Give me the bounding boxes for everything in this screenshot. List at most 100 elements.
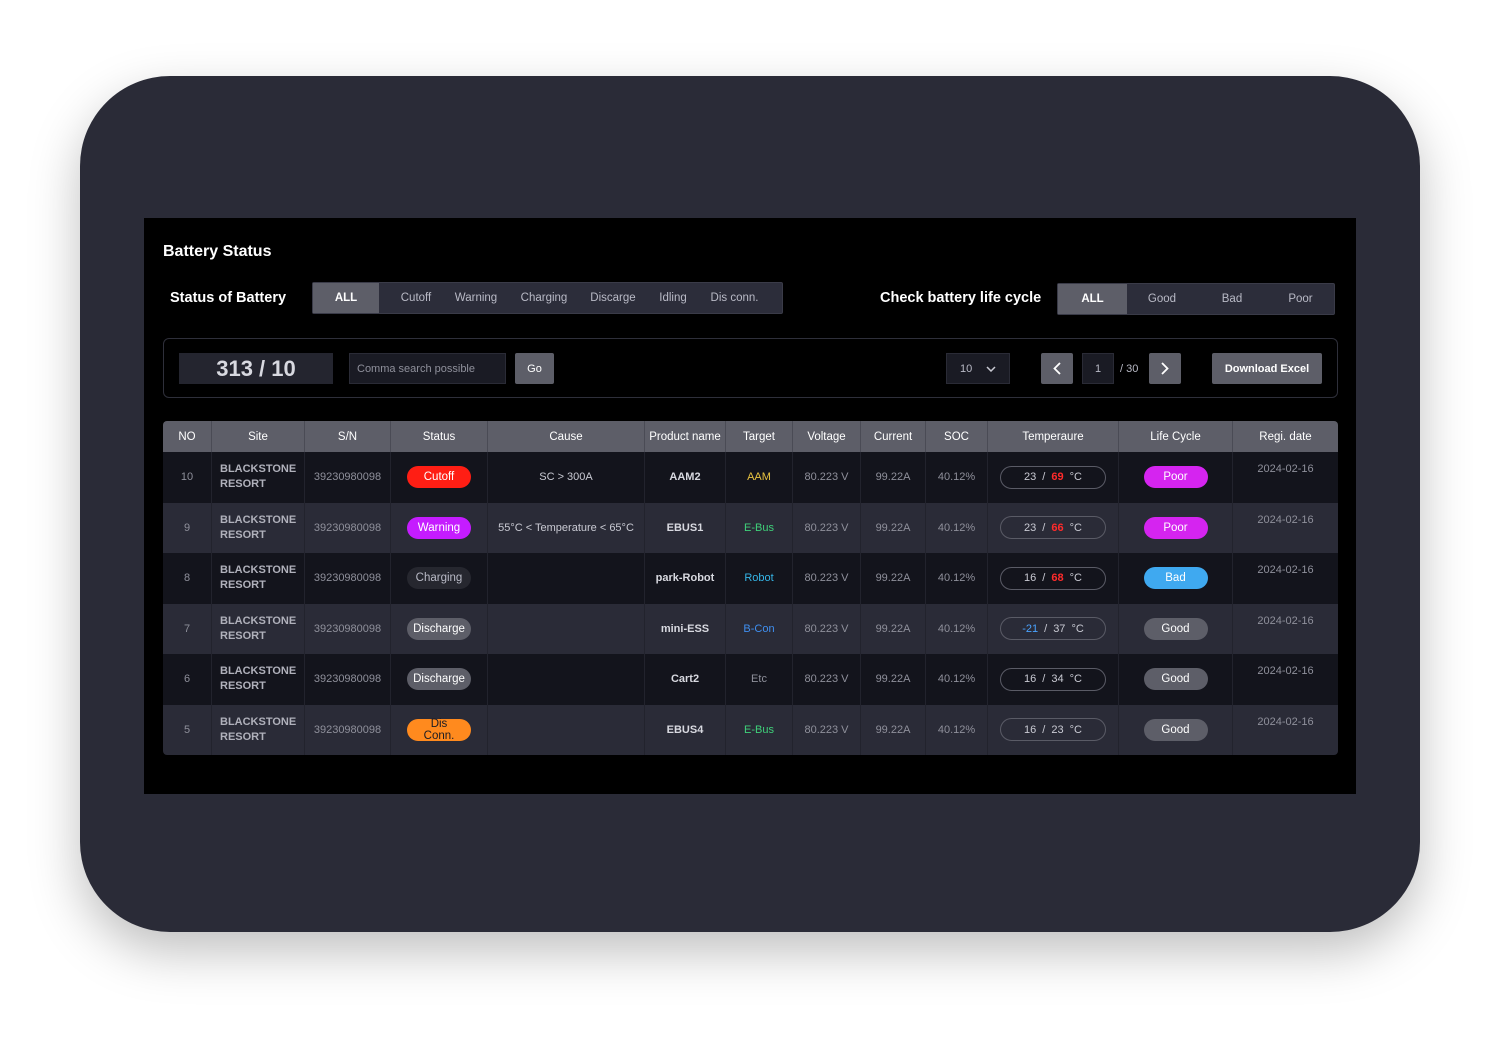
col-soc[interactable]: SOC [926,421,988,452]
table-row[interactable]: 7 BLACKSTONE RESORT 39230980098 Discharge… [163,603,1338,654]
life-cycle-badge: Good [1143,718,1208,741]
table-row[interactable]: 8 BLACKSTONE RESORT 39230980098 Charging … [163,553,1338,604]
cell-status: Charging [391,553,488,604]
cell-cause [488,654,645,705]
status-filter-discharge[interactable]: Discarge [589,283,637,313]
life-cycle-badge: Good [1143,668,1208,691]
status-filter-all[interactable]: ALL [313,283,379,313]
cell-soc: 40.12% [926,704,988,755]
cell-product: EBUS4 [645,704,726,755]
per-page-value: 10 [960,362,973,375]
battery-table: NO Site S/N Status Cause Product name Ta… [163,421,1338,755]
status-badge: Discharge [407,617,471,640]
cell-voltage: 80.223 V [793,603,861,654]
per-page-select[interactable]: 10 [946,353,1010,384]
cell-no: 10 [163,452,212,503]
cell-site: BLACKSTONE RESORT [212,553,305,604]
life-filter-good[interactable]: Good [1127,284,1197,314]
status-badge: Discharge [407,668,471,691]
col-status[interactable]: Status [391,421,488,452]
temp-unit: °C [1069,673,1082,686]
temperature-pill: 23 / 69 °C [1000,465,1106,489]
cell-regi-date: 2024-02-16 [1257,715,1314,728]
status-badge: Charging [407,567,471,590]
site-line-1: BLACKSTONE [220,513,297,526]
temp-min: 16 [1024,673,1037,686]
col-target[interactable]: Target [726,421,793,452]
table-header: NO Site S/N Status Cause Product name Ta… [163,421,1338,452]
cell-status: Dis Conn. [391,704,488,755]
col-no[interactable]: NO [163,421,212,452]
cell-soc: 40.12% [926,553,988,604]
cell-current: 99.22A [861,502,926,553]
next-page-button[interactable] [1149,353,1181,384]
temp-sep: / [1042,723,1046,736]
cell-current: 99.22A [861,452,926,503]
col-regi-date[interactable]: Regi. date [1233,421,1338,452]
temp-sep: / [1042,572,1046,585]
cell-cause: 55°C < Temperature < 65°C [488,502,645,553]
temp-sep: / [1042,673,1046,686]
cell-status: Cutoff [391,452,488,503]
status-filter-charging[interactable]: Charging [499,283,589,313]
temp-max: 66 [1051,521,1064,534]
cell-life-cycle: Poor [1119,502,1233,553]
cell-current: 99.22A [861,654,926,705]
temp-max: 37 [1053,622,1066,635]
col-cause[interactable]: Cause [488,421,645,452]
search-input[interactable] [349,353,506,384]
status-filter-idling[interactable]: Idling [637,283,709,313]
temp-unit: °C [1069,471,1082,484]
cell-site: BLACKSTONE RESORT [212,603,305,654]
cell-sn: 39230980098 [305,603,391,654]
table-row[interactable]: 6 BLACKSTONE RESORT 39230980098 Discharge… [163,654,1338,705]
col-voltage[interactable]: Voltage [793,421,861,452]
temperature-pill: 23 / 66 °C [1000,516,1106,540]
cell-site: BLACKSTONE RESORT [212,452,305,503]
cell-target: B-Con [726,603,793,654]
col-site[interactable]: Site [212,421,305,452]
col-sn[interactable]: S/N [305,421,391,452]
cell-voltage: 80.223 V [793,452,861,503]
go-button[interactable]: Go [515,353,554,384]
status-badge: Warning [407,516,471,539]
col-product[interactable]: Product name [645,421,726,452]
table-row[interactable]: 5 BLACKSTONE RESORT 39230980098 Dis Conn.… [163,704,1338,755]
temp-max: 34 [1051,673,1064,686]
life-filter-poor[interactable]: Poor [1267,284,1334,314]
cell-product: AAM2 [645,452,726,503]
temp-min: 23 [1024,521,1037,534]
cell-soc: 40.12% [926,654,988,705]
life-filter-bad[interactable]: Bad [1197,284,1267,314]
cell-temperature: 16 / 68 °C [988,553,1119,604]
table-row[interactable]: 9 BLACKSTONE RESORT 39230980098 Warning 5… [163,502,1338,553]
table-row[interactable]: 10 BLACKSTONE RESORT 39230980098 Cutoff S… [163,452,1338,503]
status-filter-cutoff[interactable]: Cutoff [379,283,453,313]
cell-site: BLACKSTONE RESORT [212,654,305,705]
cell-no: 7 [163,603,212,654]
page-input[interactable]: 1 [1082,353,1114,384]
cell-no: 8 [163,553,212,604]
temperature-pill: 16 / 23 °C [1000,718,1106,742]
life-filter-all[interactable]: ALL [1058,284,1127,314]
temp-unit: °C [1069,572,1082,585]
status-filter-warning[interactable]: Warning [453,283,499,313]
download-excel-button[interactable]: Download Excel [1212,353,1322,384]
page-title: Battery Status [163,243,272,260]
cell-sn: 39230980098 [305,553,391,604]
cell-cause: SC > 300A [488,452,645,503]
col-current[interactable]: Current [861,421,926,452]
site-line-1: BLACKSTONE [220,463,297,476]
cell-product: park-Robot [645,553,726,604]
status-filter-disconn[interactable]: Dis conn. [709,283,760,313]
cell-life-cycle: Bad [1119,553,1233,604]
prev-page-button[interactable] [1041,353,1073,384]
status-badge: Dis Conn. [407,718,471,742]
temperature-pill: 16 / 34 °C [1000,667,1106,691]
cell-sn: 39230980098 [305,654,391,705]
cell-sn: 39230980098 [305,502,391,553]
col-life-cycle[interactable]: Life Cycle [1119,421,1233,452]
cell-status: Discharge [391,603,488,654]
result-count: 313 / 10 [179,353,333,384]
col-temperature[interactable]: Temperaure [988,421,1119,452]
